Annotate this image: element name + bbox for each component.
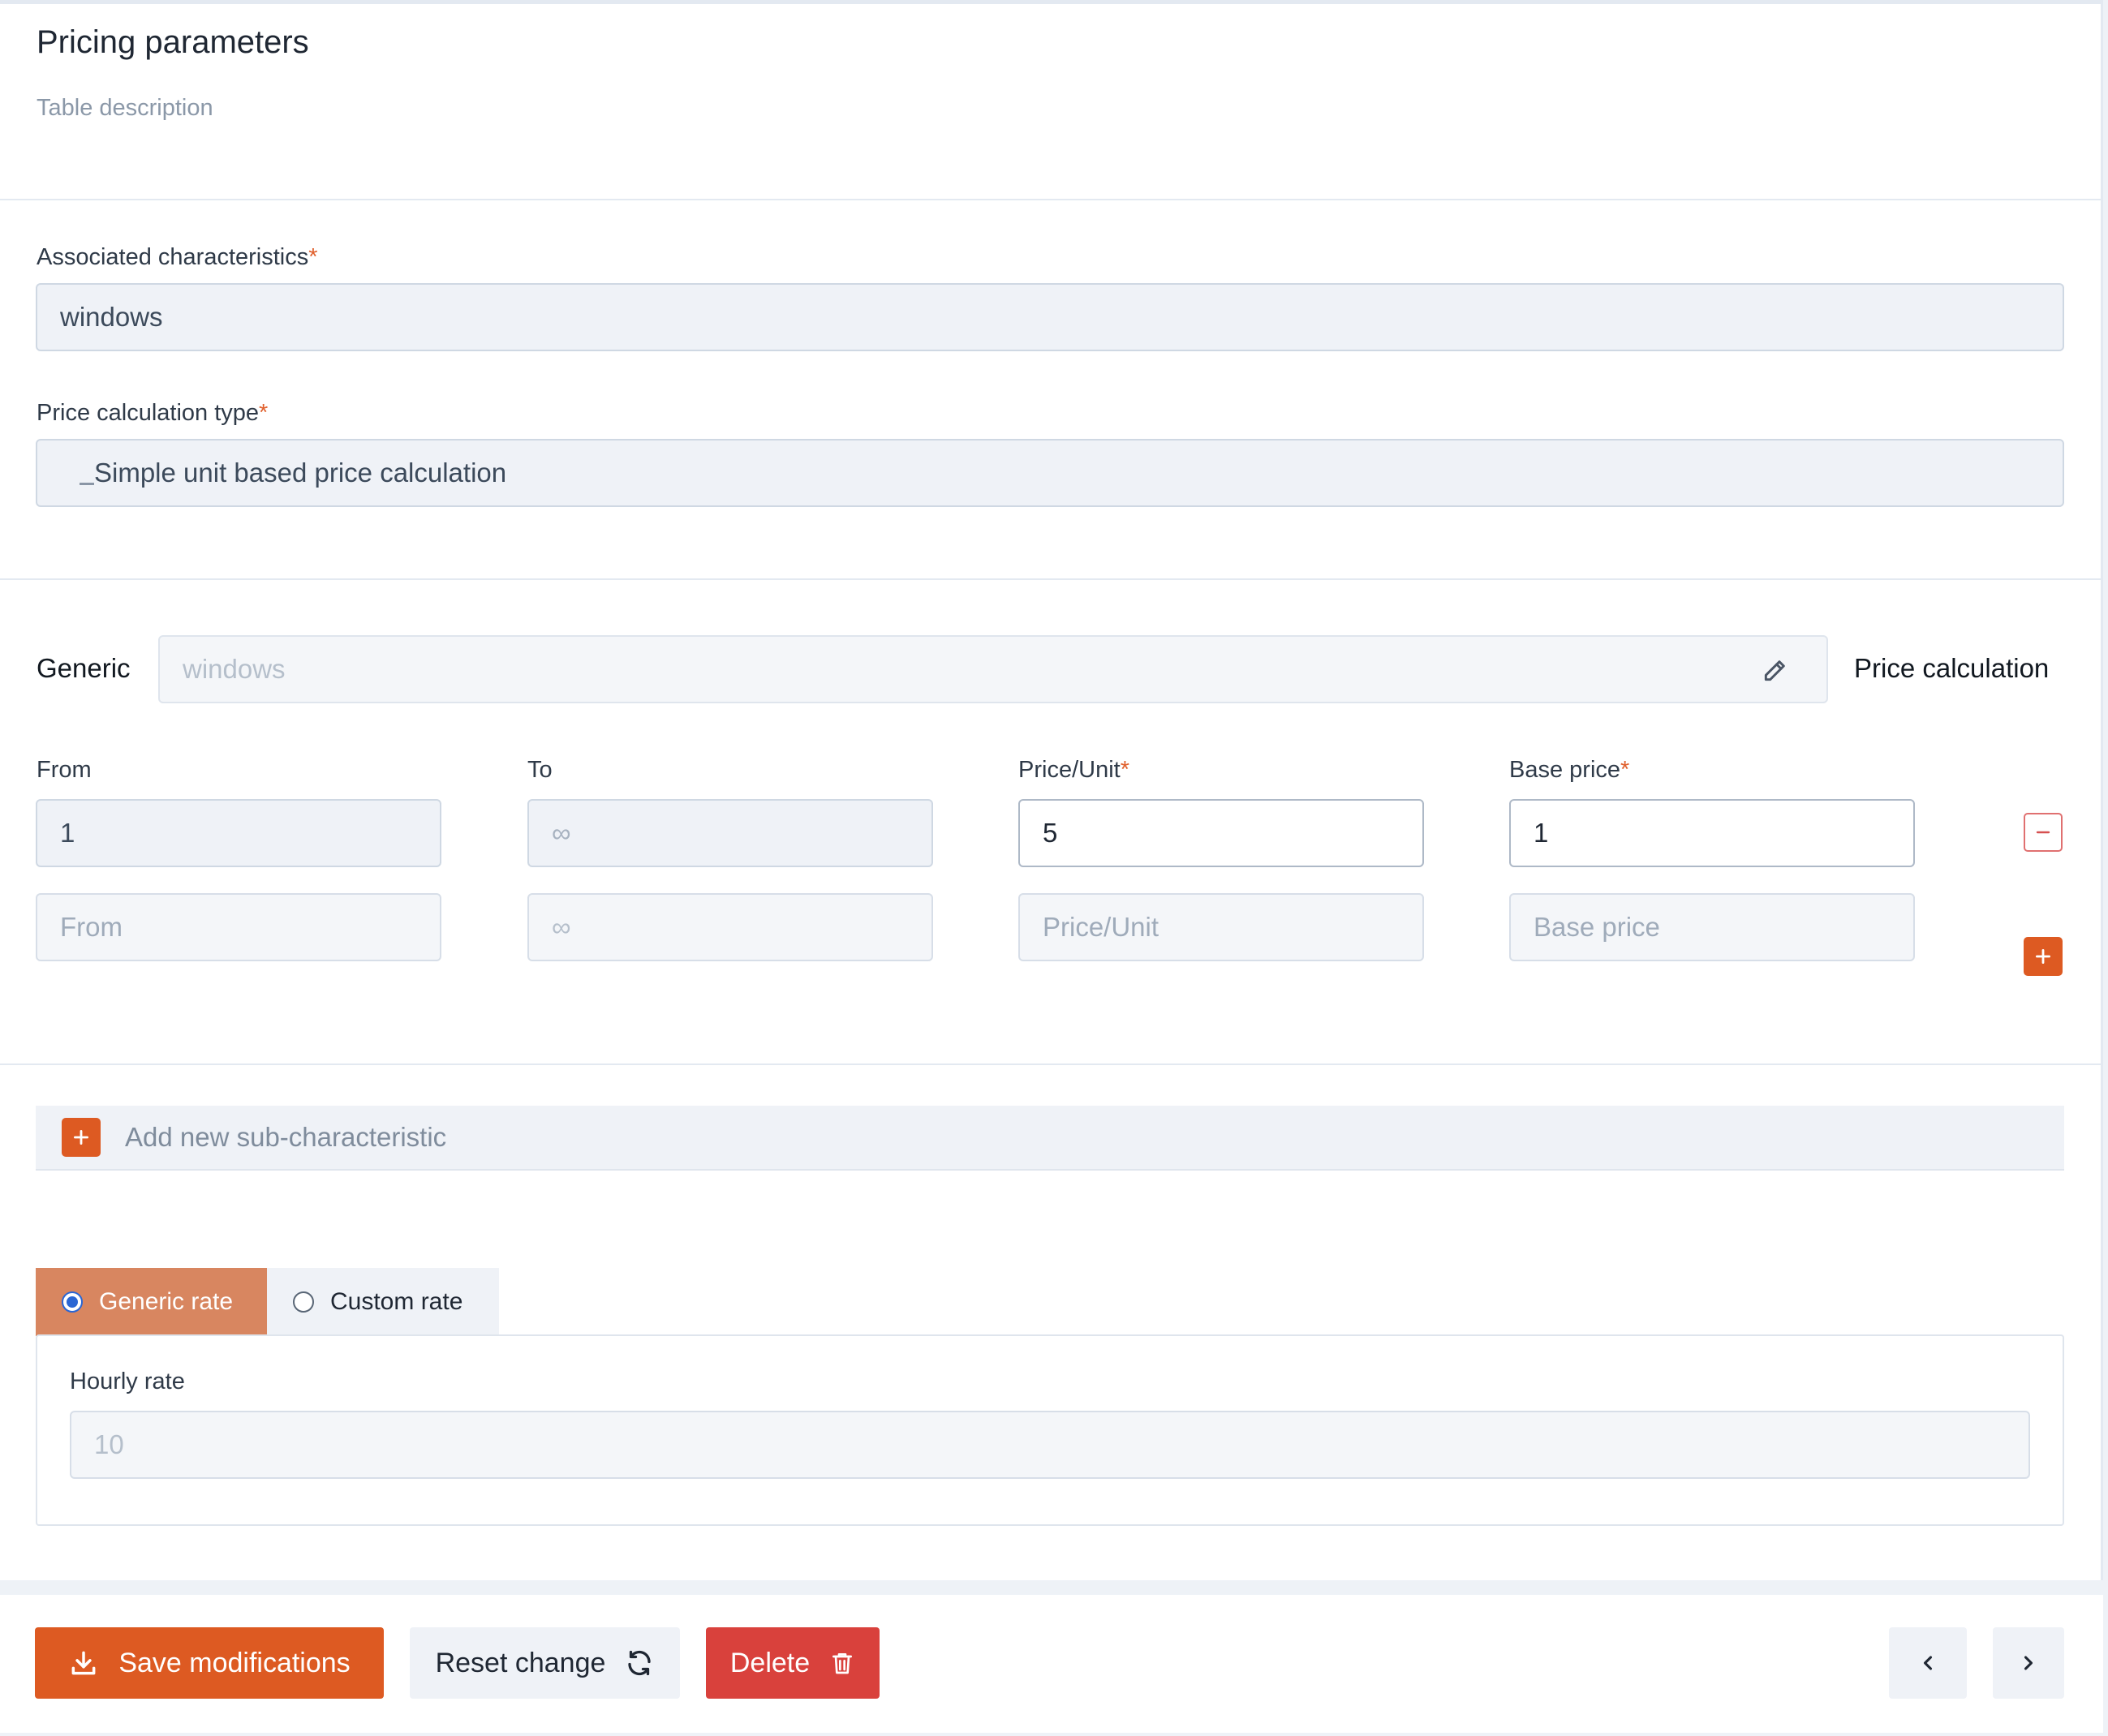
- save-modifications-label: Save modifications: [118, 1647, 351, 1678]
- generic-label: Generic: [37, 653, 131, 683]
- add-sub-characteristic-button[interactable]: [62, 1118, 101, 1157]
- generic-rate-radio[interactable]: [62, 1291, 83, 1313]
- plus-icon: [74, 1130, 88, 1145]
- to-value: ∞: [552, 818, 571, 848]
- generic-rate-label: Generic rate: [99, 1288, 234, 1315]
- tab-generic-rate[interactable]: Generic rate: [36, 1268, 267, 1336]
- to-input[interactable]: ∞: [527, 799, 933, 867]
- delete-button[interactable]: Delete: [706, 1627, 880, 1699]
- delete-label: Delete: [729, 1647, 811, 1678]
- price-calculation-type-value: Simple unit based price calculation: [94, 458, 507, 488]
- associated-characteristics-label: Associated characteristics*: [37, 244, 318, 271]
- next-button[interactable]: [1993, 1627, 2064, 1699]
- new-price-unit-placeholder: Price/Unit: [1043, 912, 1159, 942]
- add-sub-characteristic-bar[interactable]: Add new sub-characteristic: [36, 1106, 2064, 1171]
- reset-change-label: Reset change: [435, 1647, 606, 1678]
- price-unit-column-label-text: Price/Unit: [1018, 757, 1121, 783]
- chevron-left-icon: [1923, 1656, 1933, 1670]
- text-cursor-icon: [80, 461, 94, 485]
- generic-characteristic-value: windows: [183, 654, 286, 684]
- price-calculation-type-field[interactable]: Simple unit based price calculation: [36, 439, 2064, 507]
- price-calculation-type-label: Price calculation type*: [37, 400, 268, 427]
- add-row-button[interactable]: [2024, 937, 2063, 976]
- price-calculation-label: Price calculation: [1854, 653, 2050, 683]
- new-from-placeholder: From: [60, 912, 123, 942]
- hourly-rate-label: Hourly rate: [70, 1369, 185, 1394]
- price-unit-input[interactable]: 5: [1018, 799, 1424, 867]
- hourly-rate-input[interactable]: 10: [70, 1411, 2030, 1479]
- from-input[interactable]: 1: [36, 799, 441, 867]
- divider: [0, 1064, 2103, 1065]
- save-modifications-button[interactable]: Save modifications: [35, 1627, 384, 1699]
- new-to-input[interactable]: ∞: [527, 893, 933, 961]
- from-value: 1: [60, 818, 75, 848]
- base-price-column-label: Base price*: [1509, 757, 1629, 784]
- minus-icon: [2036, 831, 2050, 834]
- download-icon: [71, 1651, 96, 1675]
- chevron-right-icon: [2024, 1656, 2033, 1670]
- custom-rate-label: Custom rate: [330, 1288, 463, 1315]
- required-mark: *: [1620, 757, 1630, 783]
- from-column-label: From: [37, 757, 92, 783]
- add-sub-characteristic-label: Add new sub-characteristic: [125, 1122, 447, 1152]
- new-price-unit-input[interactable]: Price/Unit: [1018, 893, 1424, 961]
- associated-characteristics-field[interactable]: windows: [36, 283, 2064, 351]
- associated-characteristics-value: windows: [60, 302, 163, 332]
- base-price-column-label-text: Base price: [1509, 757, 1621, 783]
- trash-icon: [832, 1653, 853, 1674]
- base-price-value: 1: [1534, 818, 1549, 848]
- new-base-price-placeholder: Base price: [1534, 912, 1660, 942]
- to-column-label: To: [527, 757, 553, 783]
- base-price-input[interactable]: 1: [1509, 799, 1915, 867]
- hourly-rate-value: 10: [94, 1429, 124, 1459]
- required-mark: *: [308, 244, 318, 270]
- new-from-input[interactable]: From: [36, 893, 441, 961]
- pricing-parameters-card: Pricing parameters Table description Ass…: [0, 0, 2103, 1580]
- footer-toolbar: Save modifications Reset change Delete: [0, 1595, 2103, 1733]
- refresh-icon: [628, 1650, 652, 1676]
- associated-characteristics-label-text: Associated characteristics: [37, 244, 309, 270]
- reset-change-button[interactable]: Reset change: [410, 1627, 680, 1699]
- new-base-price-input[interactable]: Base price: [1509, 893, 1915, 961]
- remove-row-button[interactable]: [2024, 813, 2063, 852]
- price-unit-value: 5: [1043, 818, 1058, 848]
- plus-icon: [2036, 949, 2050, 964]
- required-mark: *: [259, 400, 269, 426]
- page-title: Pricing parameters: [37, 24, 309, 60]
- previous-button[interactable]: [1889, 1627, 1967, 1699]
- price-calculation-type-label-text: Price calculation type: [37, 400, 260, 426]
- rate-panel: Hourly rate 10: [36, 1334, 2064, 1526]
- divider: [0, 578, 2103, 580]
- generic-characteristic-field[interactable]: windows: [158, 635, 1828, 703]
- required-mark: *: [1120, 757, 1129, 783]
- table-description: Table description: [37, 95, 213, 121]
- divider: [0, 199, 2103, 200]
- pencil-icon[interactable]: [1762, 658, 1787, 690]
- new-to-value: ∞: [552, 912, 571, 942]
- tab-custom-rate[interactable]: Custom rate: [267, 1268, 499, 1336]
- custom-rate-radio[interactable]: [293, 1291, 314, 1313]
- price-unit-column-label: Price/Unit*: [1018, 757, 1129, 784]
